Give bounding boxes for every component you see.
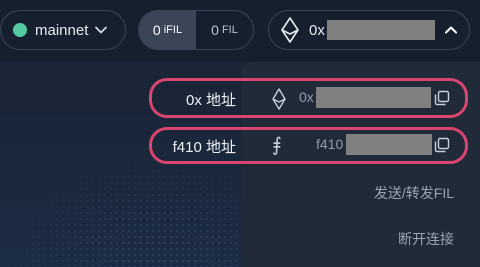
disconnect-menu-item[interactable]: 断开连接 <box>398 229 454 249</box>
account-address-redacted <box>326 20 435 40</box>
background-dot-pattern <box>0 150 260 267</box>
f410-address-redacted <box>346 134 432 155</box>
unit-ifil-value: 0 <box>152 22 161 38</box>
eth-address-label: 0x 地址 <box>185 92 236 109</box>
f410-address-label: f410 地址 <box>172 139 236 156</box>
filecoin-icon: ⨎ <box>272 135 282 156</box>
network-selector[interactable]: mainnet <box>0 10 126 50</box>
network-status-dot <box>13 23 27 37</box>
ethereum-icon <box>281 17 299 43</box>
copy-icon[interactable] <box>434 137 450 153</box>
eth-address-redacted <box>316 87 431 108</box>
unit-option-ifil[interactable]: 0 iFIL <box>139 11 196 49</box>
chevron-up-icon <box>444 26 457 34</box>
copy-icon[interactable] <box>434 90 450 106</box>
send-fil-menu-item[interactable]: 发送/转发FIL <box>374 183 454 203</box>
chevron-down-icon <box>95 26 108 34</box>
unit-fil-value: 0 <box>211 22 219 38</box>
f410-address-prefix: f410 <box>316 136 344 152</box>
unit-fil-label: FIL <box>221 24 238 36</box>
ethereum-icon <box>272 88 286 110</box>
unit-option-fil[interactable]: 0 FIL <box>196 11 253 49</box>
eth-address-prefix: 0x <box>299 89 314 105</box>
network-label: mainnet <box>35 21 89 39</box>
account-selector[interactable]: 0x <box>268 10 470 50</box>
account-address-prefix: 0x <box>309 21 325 39</box>
unit-toggle: 0 iFIL 0 FIL <box>138 10 254 50</box>
unit-ifil-label: iFIL <box>163 24 183 36</box>
